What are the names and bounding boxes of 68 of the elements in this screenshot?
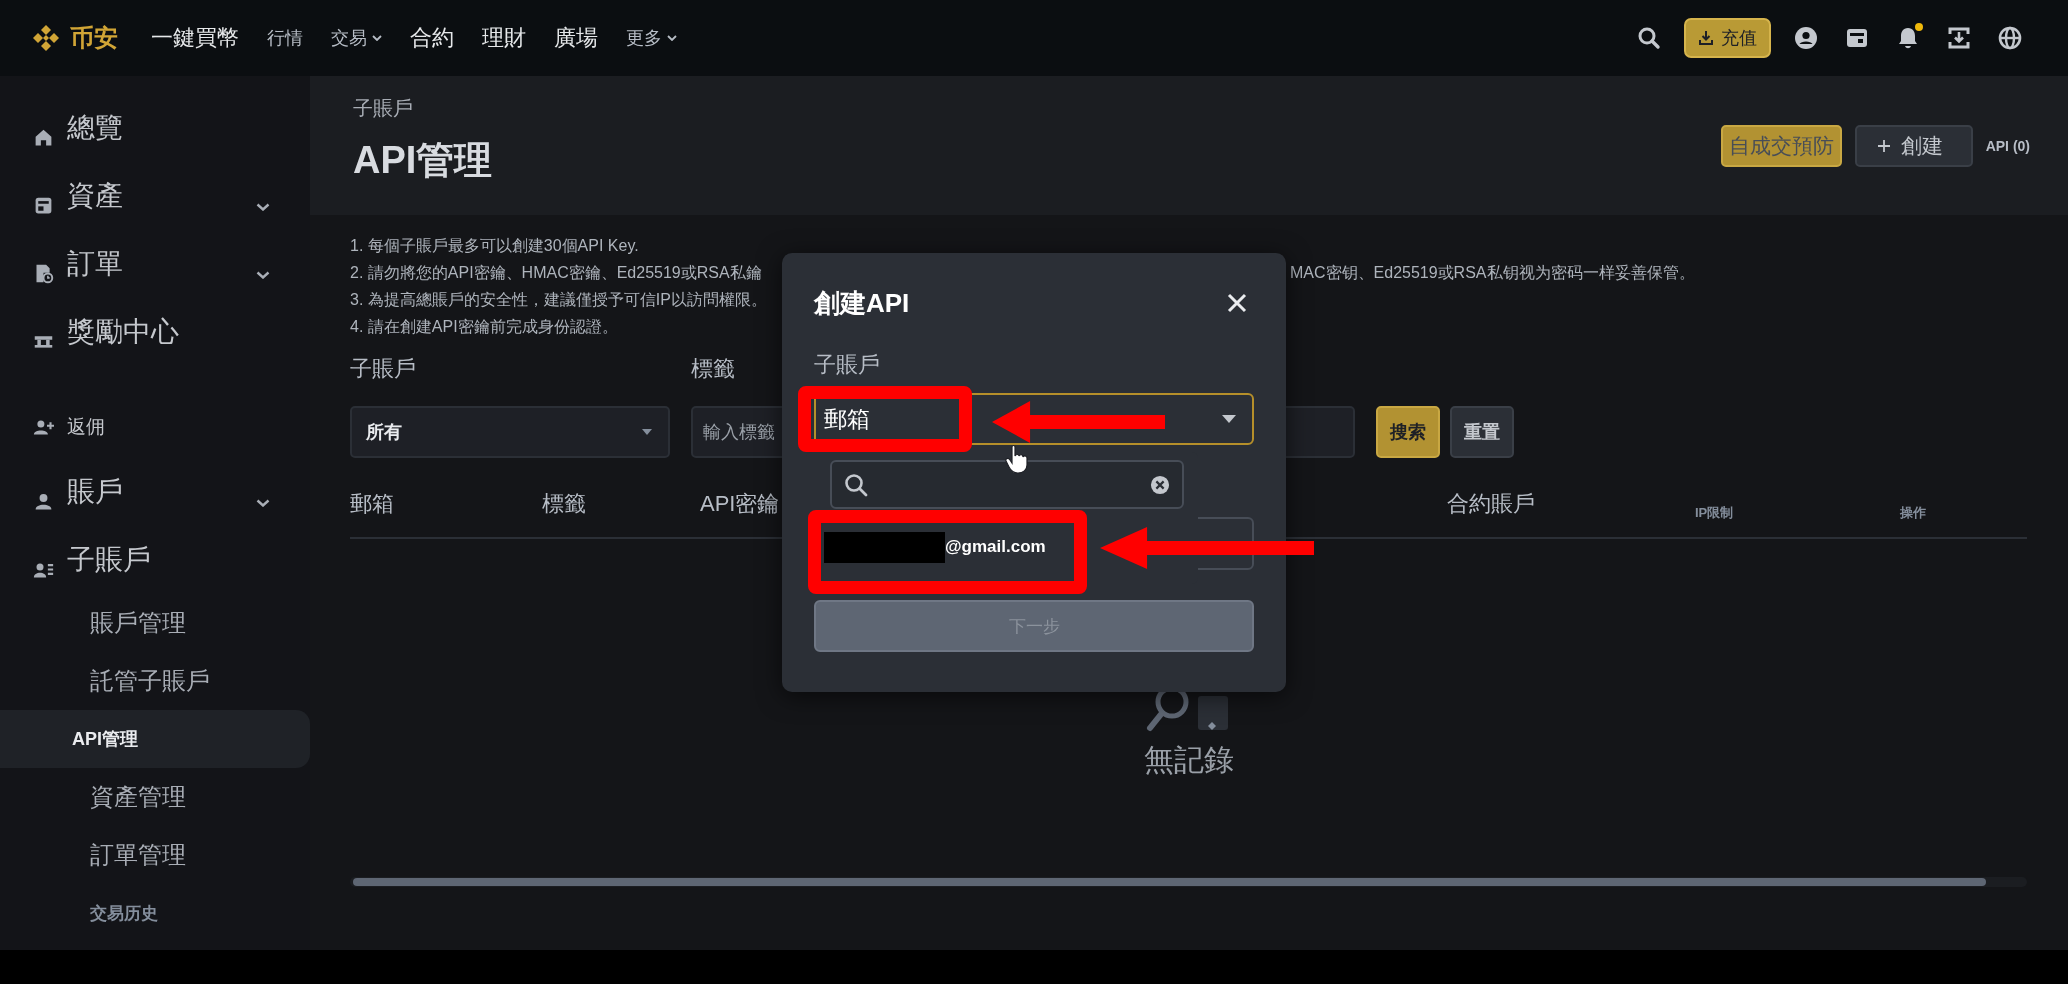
note-text: MAC密钥、Ed25519或RSA私钥视为密码一样妥善保管。 (1290, 263, 1695, 283)
sidebar-item[interactable]: 資產 (0, 162, 310, 230)
sidebar-subitem[interactable]: 託管子賬戶 (0, 652, 310, 710)
globe-icon[interactable] (1998, 26, 2022, 50)
chevron-down-icon (256, 203, 270, 211)
wallet-icon[interactable] (1845, 26, 1869, 50)
hand-cursor-icon (1004, 444, 1030, 474)
note-text: 4. 請在創建API密鑰前完成身份認證。 (350, 317, 618, 337)
sidebar-subitem[interactable]: 交易历史 (0, 884, 310, 942)
filter-button[interactable]: 重置 (1450, 406, 1514, 458)
header-button[interactable]: 創建 (1854, 124, 1973, 167)
subaccount-select[interactable]: 所有 (350, 406, 670, 458)
api-count: API (0) (1985, 137, 2030, 154)
sidebar-subitem[interactable]: API管理 (0, 710, 310, 768)
sidebar-subitem[interactable]: 資產管理 (0, 768, 310, 826)
bell-icon[interactable] (1896, 26, 1920, 50)
sidebar-item[interactable]: 返佣 (0, 396, 310, 458)
nav-link[interactable]: 廣場 (554, 23, 598, 53)
chevron-down-icon (372, 35, 382, 41)
sidebar-item[interactable]: 訂單 (0, 230, 310, 298)
logo-icon[interactable] (32, 24, 60, 52)
chevron-down-icon (667, 35, 677, 41)
scrollbar-thumb[interactable] (353, 878, 1986, 886)
clear-icon[interactable] (1150, 474, 1170, 495)
download-box-icon[interactable] (1947, 26, 1971, 50)
column-header: API密鑰 (700, 489, 780, 518)
dropdown-option[interactable]: @gmail.com (806, 517, 1198, 577)
sidebar-item[interactable]: 賬戶 (0, 458, 310, 526)
chevron-down-icon (256, 499, 270, 507)
field-label: 子賬戶 (814, 351, 880, 379)
search-field[interactable] (830, 460, 1184, 509)
column-header: 操作 (1900, 503, 1926, 522)
download-icon (1698, 30, 1714, 46)
sidebar-item[interactable]: 子賬戶 (0, 526, 310, 594)
nav-link[interactable]: 一鍵買幣 (151, 23, 239, 53)
sidebar-subitem[interactable]: 賬戶管理 (0, 594, 310, 652)
page-title: API管理 (353, 138, 493, 183)
chevron-down-icon (256, 271, 270, 279)
nav-link[interactable]: 理財 (482, 23, 526, 53)
plus-icon (1876, 138, 1891, 153)
nav-link[interactable]: 交易 (331, 26, 382, 50)
empty-state-text: 無記錄 (1143, 742, 1234, 778)
column-header: 合約賬戶 (1447, 489, 1535, 518)
nav-link[interactable]: 更多 (626, 26, 677, 50)
nav-link[interactable]: 行情 (267, 26, 303, 50)
modal-title: 創建API (814, 286, 910, 320)
column-header: 標籤 (542, 489, 586, 518)
caret-down-icon (1222, 415, 1236, 423)
sidebar-item[interactable]: 總覽 (0, 94, 310, 162)
caret-down-icon (642, 429, 652, 435)
column-header: 郵箱 (350, 489, 394, 518)
filter-label: 標籤 (691, 355, 735, 383)
filter-label: 子賬戶 (350, 355, 416, 383)
sidebar-item[interactable]: 獎勵中心 (0, 298, 310, 366)
breadcrumb[interactable]: 子賬戶 (353, 94, 493, 122)
note-text: 1. 每個子賬戶最多可以創建30個API Key. (350, 236, 639, 256)
filter-button[interactable]: 搜索 (1376, 406, 1440, 458)
search-icon (844, 472, 868, 497)
search-icon[interactable] (1637, 26, 1661, 50)
logo-text[interactable]: 币安 (70, 22, 118, 54)
sidebar-subitem[interactable]: 訂單管理 (0, 826, 310, 884)
deposit-button[interactable]: 充值 (1684, 18, 1771, 58)
user-circle-icon[interactable] (1794, 26, 1818, 50)
note-text: 2. 請勿將您的API密鑰、HMAC密鑰、Ed25519或RSA私鑰 (350, 263, 762, 283)
nav-link[interactable]: 合約 (410, 23, 454, 53)
column-header: IP限制 (1695, 503, 1734, 522)
close-icon[interactable] (1227, 293, 1247, 313)
note-text: 3. 為提高總賬戶的安全性，建議僅授予可信IP以訪問權限。 (350, 290, 767, 310)
